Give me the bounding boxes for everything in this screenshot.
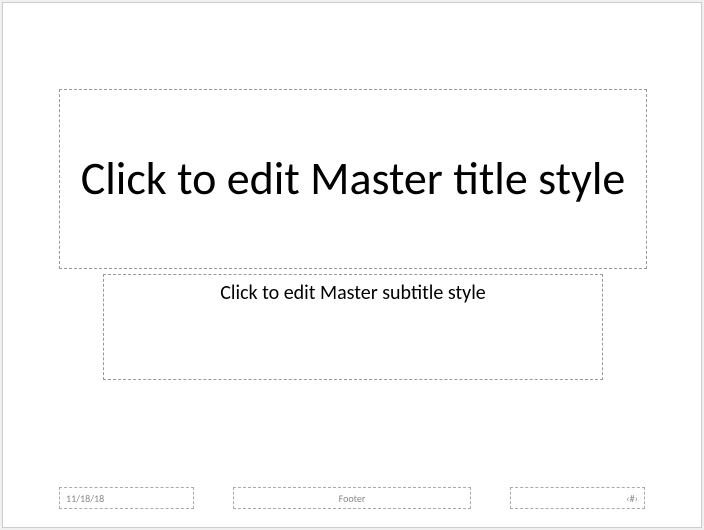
footer-date-text: 11/18/18 bbox=[66, 492, 104, 505]
footer-center-text: Footer bbox=[339, 492, 366, 505]
footer-date-placeholder[interactable]: 11/18/18 bbox=[59, 487, 194, 509]
footer-center-placeholder[interactable]: Footer bbox=[233, 487, 471, 509]
title-placeholder[interactable]: Click to edit Master title style bbox=[59, 89, 647, 269]
subtitle-placeholder[interactable]: Click to edit Master subtitle style bbox=[103, 274, 603, 380]
subtitle-text: Click to edit Master subtitle style bbox=[110, 281, 596, 305]
title-text: Click to edit Master title style bbox=[81, 153, 626, 206]
footer-page-text: ‹#› bbox=[626, 492, 638, 505]
footer-row: 11/18/18 Footer ‹#› bbox=[59, 487, 645, 509]
slide-master-canvas: Click to edit Master title style Click t… bbox=[2, 2, 702, 528]
footer-page-placeholder[interactable]: ‹#› bbox=[510, 487, 645, 509]
